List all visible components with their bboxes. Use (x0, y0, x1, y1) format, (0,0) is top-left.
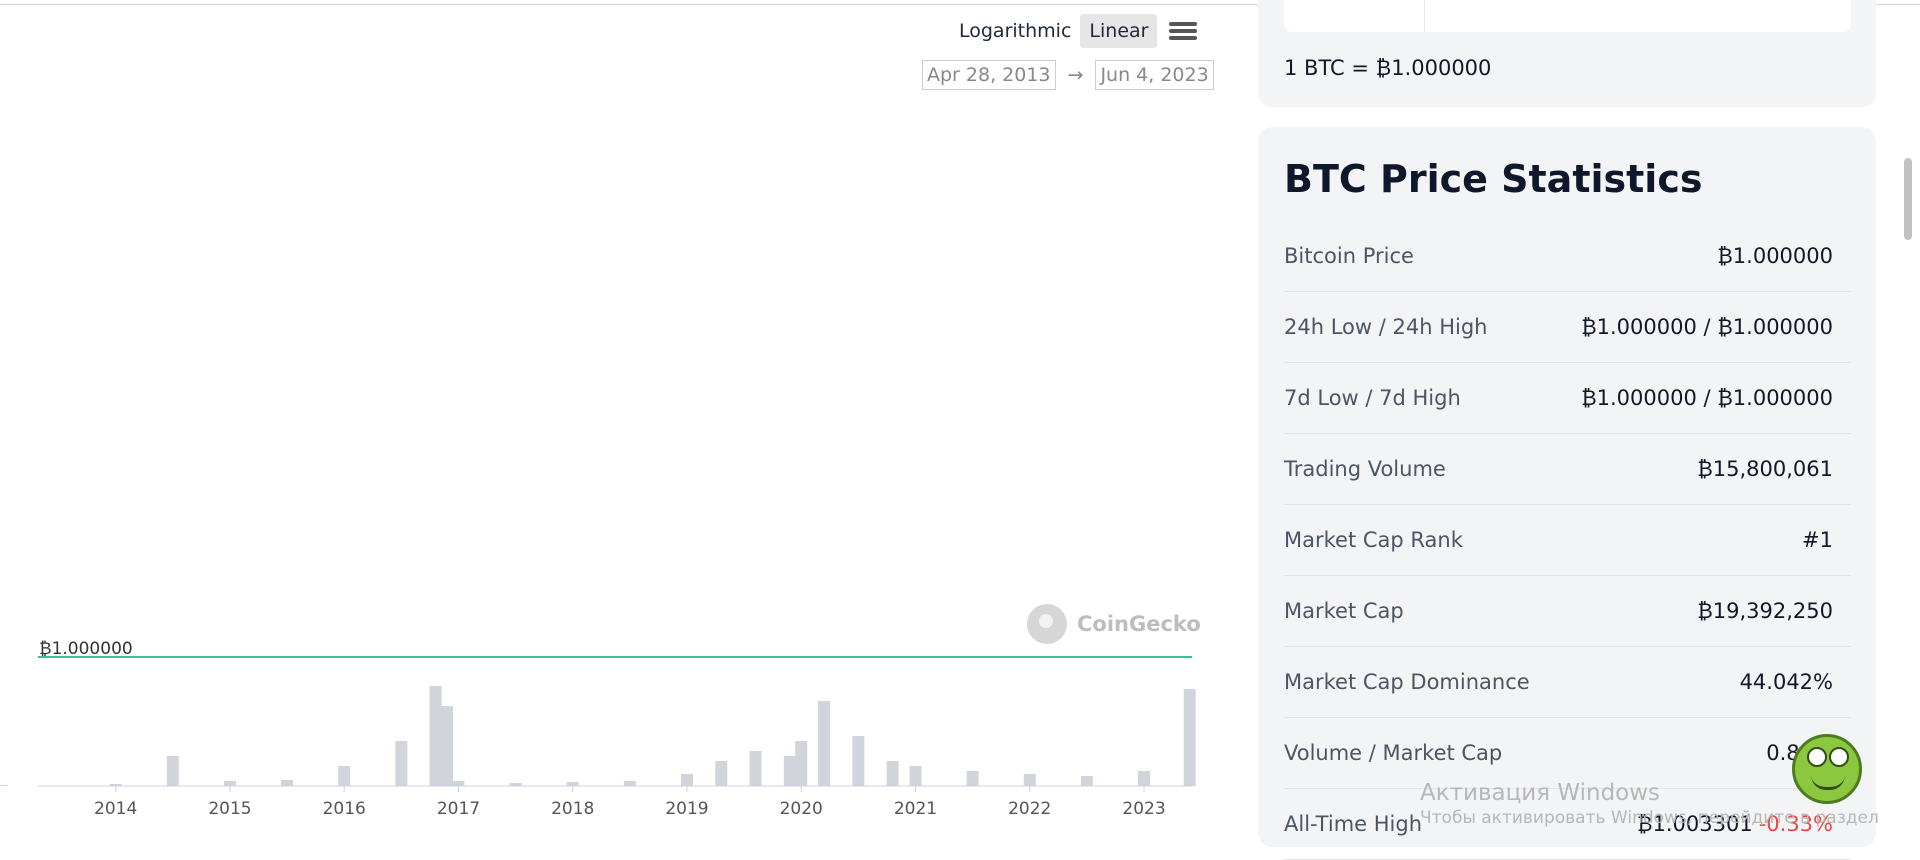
stat-label: Volume / Market Cap (1284, 741, 1503, 765)
stat-label: Bitcoin Price (1284, 244, 1414, 268)
stat-label: 24h Low / 24h High (1284, 315, 1488, 339)
price-statistics-card: BTC Price Statistics Bitcoin Price ₿1.000… (1258, 127, 1876, 860)
converter-card: 1 BTC = ₿1.000000 (1258, 0, 1876, 107)
stat-row: Market Cap Rank #1 (1284, 505, 1851, 576)
x-tick-label: 2014 (94, 799, 137, 819)
coingecko-watermark: CoinGecko (1027, 604, 1201, 644)
scale-logarithmic-button[interactable]: Logarithmic (950, 14, 1080, 48)
page-scrollbar[interactable] (1904, 158, 1912, 240)
statistics-title: BTC Price Statistics (1284, 157, 1703, 201)
x-tick-label: 2020 (780, 799, 823, 819)
stat-value: ₿1.000000 / ₿1.000000 (1581, 314, 1833, 339)
volume-bar (395, 741, 408, 786)
stat-value: #1 (1802, 528, 1833, 552)
converter-input-group (1284, 0, 1851, 32)
stat-label: Trading Volume (1284, 457, 1446, 481)
stat-row: 7d Low / 7d High ₿1.000000 / ₿1.000000 (1284, 363, 1851, 434)
x-tick-label: 2016 (323, 799, 366, 819)
volume-bar (966, 771, 979, 786)
statistics-list: Bitcoin Price ₿1.000000 24h Low / 24h High… (1284, 221, 1851, 860)
x-tick-label: 2021 (894, 799, 937, 819)
volume-bar (441, 706, 454, 786)
converter-divider (1424, 0, 1425, 32)
stat-label: Market Cap Rank (1284, 528, 1463, 552)
volume-bar (795, 741, 808, 786)
stat-value: ₿19,392,250 (1697, 598, 1833, 623)
date-from-input[interactable]: Apr 28, 2013 (922, 60, 1056, 90)
stat-label: All-Time High (1284, 812, 1423, 836)
x-tick-label: 2018 (551, 799, 594, 819)
volume-bar (852, 736, 865, 786)
volume-bar (1023, 774, 1036, 786)
volume-bar (680, 774, 693, 786)
date-range: Apr 28, 2013 → Jun 4, 2023 (922, 60, 1214, 90)
volume-bar (1183, 689, 1196, 786)
stat-label: Market Cap Dominance (1284, 670, 1530, 694)
hamburger-menu-icon[interactable] (1169, 18, 1198, 44)
volume-bar (818, 701, 831, 786)
x-tick-label: 2015 (208, 799, 251, 819)
volume-bar (338, 766, 351, 786)
volume-bar (281, 780, 294, 786)
stat-row: Market Cap ₿19,392,250 (1284, 576, 1851, 647)
volume-bar (166, 756, 179, 786)
frog-mascot-icon[interactable] (1792, 734, 1862, 804)
windows-activation-subtitle: Чтобы активировать Windows, перейдите в … (1420, 808, 1879, 828)
volume-bar (623, 781, 636, 786)
stat-label: Market Cap (1284, 599, 1404, 623)
stat-row: Bitcoin Price ₿1.000000 (1284, 221, 1851, 292)
chart-toolbar: Logarithmic Linear (950, 14, 1198, 48)
volume-bar (886, 761, 899, 786)
stat-value: ₿15,800,061 (1697, 456, 1833, 481)
scale-linear-button[interactable]: Linear (1080, 14, 1158, 48)
stat-value: ₿1.000000 / ₿1.000000 (1581, 385, 1833, 410)
volume-bar (566, 782, 579, 786)
volume-bar (0, 785, 8, 786)
volume-bar (909, 766, 922, 786)
stat-row: 24h Low / 24h High ₿1.000000 / ₿1.000000 (1284, 292, 1851, 363)
x-tick-label: 2023 (1122, 799, 1165, 819)
volume-bar (452, 781, 465, 786)
stat-row: Market Cap Dominance 44.042% (1284, 647, 1851, 718)
stat-label: 7d Low / 7d High (1284, 386, 1461, 410)
volume-bar (1138, 771, 1151, 786)
price-chart: ₿1.000000 2014 2015 2016 2017 2018 2019 2020 202… (0, 639, 1196, 819)
stat-value: 44.042% (1739, 670, 1833, 694)
volume-bar (715, 761, 728, 786)
volume-bar (1080, 776, 1093, 786)
price-line-label: ₿1.000000 (39, 639, 133, 659)
watermark-text: CoinGecko (1077, 612, 1201, 636)
x-tick-label: 2017 (437, 799, 480, 819)
x-tick-label: 2022 (1008, 799, 1051, 819)
date-to-input[interactable]: Jun 4, 2023 (1095, 60, 1214, 90)
stat-row: Trading Volume ₿15,800,061 (1284, 434, 1851, 505)
volume-bar (429, 686, 442, 786)
coingecko-logo-icon (1027, 604, 1067, 644)
arrow-right-icon: → (1067, 64, 1084, 86)
conversion-rate-text: 1 BTC = ₿1.000000 (1284, 56, 1492, 80)
stat-row: Volume / Market Cap0.86... (1284, 718, 1851, 789)
volume-bar (783, 756, 796, 786)
volume-bar (749, 751, 762, 786)
stat-value: ₿1.000000 (1717, 243, 1833, 268)
x-tick-label: 2019 (665, 799, 708, 819)
volume-bar (223, 781, 236, 786)
